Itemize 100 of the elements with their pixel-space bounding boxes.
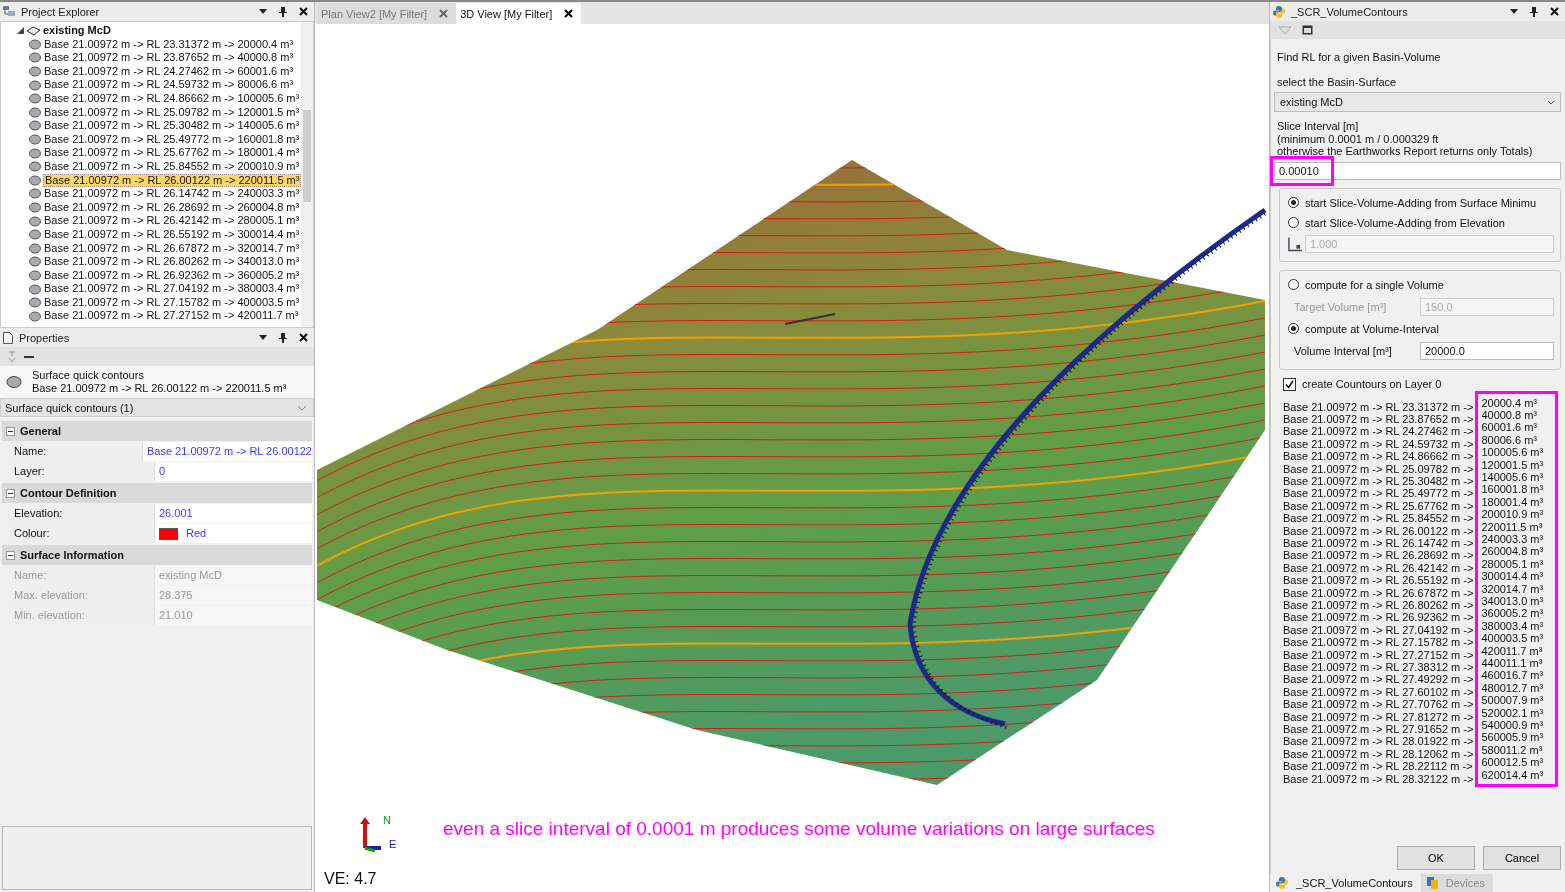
radio-label[interactable]: start Slice-Volume-Adding from Surface Minimu	[1305, 196, 1537, 209]
contour-icon	[29, 242, 41, 254]
dialog-button[interactable]: Cancel	[1483, 846, 1561, 870]
toggle-icon[interactable]	[6, 488, 15, 498]
caret-icon[interactable]	[259, 335, 267, 340]
result-volume: 60001.6 m³	[1481, 421, 1539, 434]
tree-item[interactable]: Base 21.00972 m -> RL 24.59732 m -> 80006.6 m³	[43, 78, 295, 92]
radio-button[interactable]	[1288, 197, 1299, 208]
radio-label[interactable]: start Slice-Volume-Adding from Elevation	[1305, 216, 1505, 229]
volume-field[interactable]: 20000.0	[1420, 341, 1554, 360]
tree-item[interactable]: Base 21.00972 m -> RL 27.15782 m -> 400003.5 m³	[43, 295, 301, 310]
result-volume: 580011.2 m³	[1481, 743, 1544, 757]
tree-item[interactable]: Base 21.00972 m -> RL 24.86662 m -> 100005.6 m³	[43, 91, 301, 106]
radio-label[interactable]: compute at Volume-Interval	[1305, 322, 1439, 335]
section-header[interactable]: Surface Information	[2, 545, 312, 565]
tree-item[interactable]: Base 21.00972 m -> RL 25.84552 m -> 200010.9 m³	[43, 159, 301, 174]
document-icon	[3, 331, 13, 344]
result-line: Base 21.00972 m -> RL 26.92362 m ->	[1283, 611, 1474, 624]
property-value[interactable]: 0	[155, 462, 312, 481]
contour-icon	[29, 256, 41, 268]
close-icon[interactable]	[564, 9, 574, 18]
tree-item[interactable]: Base 21.00972 m -> RL 26.80262 m -> 340013.0 m³	[43, 255, 301, 269]
result-line: Base 21.00972 m -> RL 26.67872 m ->	[1283, 586, 1474, 599]
tree-item[interactable]: Base 21.00972 m -> RL 26.55192 m -> 300014.4 m³	[43, 227, 301, 242]
object-selector[interactable]: Surface quick contours (1)	[0, 398, 314, 417]
result-line: Base 21.00972 m -> RL 25.09782 m ->	[1283, 462, 1474, 475]
result-line: Base 21.00972 m -> RL 27.70762 m ->	[1283, 698, 1474, 711]
pin-icon[interactable]	[279, 332, 287, 343]
tree-item[interactable]: Base 21.00972 m -> RL 26.00122 m -> 220011.5 m³	[43, 173, 302, 188]
expander-icon[interactable]	[17, 27, 24, 35]
caret-icon[interactable]	[259, 9, 267, 14]
surface-dropdown[interactable]: existing McD	[1274, 92, 1561, 112]
tree-item[interactable]: Base 21.00972 m -> RL 26.14742 m -> 240003.3 m³	[43, 187, 301, 201]
tree-item[interactable]: existing McD	[1, 24, 302, 38]
section-header[interactable]: General	[2, 421, 312, 441]
property-value[interactable]: 26.001	[155, 504, 312, 523]
result-line: Base 21.00972 m -> RL 24.59732 m ->	[1283, 437, 1474, 451]
result-line: Base 21.00972 m -> RL 26.14742 m ->	[1283, 536, 1474, 550]
contour-icon	[29, 161, 41, 173]
result-line: Base 21.00972 m -> RL 28.32122 m ->	[1283, 772, 1474, 786]
section-header[interactable]: Contour Definition	[2, 483, 312, 503]
radio-button[interactable]	[1288, 323, 1299, 334]
pin-icon[interactable]	[1530, 6, 1538, 17]
contour-icon	[29, 93, 41, 105]
dialog-button[interactable]: OK	[1397, 846, 1475, 870]
result-volume: 400003.5 m³	[1481, 632, 1544, 645]
colour-name: Red	[186, 526, 207, 541]
result-line: Base 21.00972 m -> RL 27.91652 m ->	[1283, 723, 1474, 736]
checkbox-label[interactable]: create Countours on Layer 0	[1302, 378, 1442, 390]
tree-item[interactable]: Base 21.00972 m -> RL 26.92362 m -> 360005.2 m³	[43, 268, 301, 283]
result-line: Base 21.00972 m -> RL 25.49772 m ->	[1283, 487, 1474, 500]
caret-icon[interactable]	[1510, 9, 1518, 14]
result-line: Base 21.00972 m -> RL 23.87652 m ->	[1283, 412, 1474, 426]
radio-button[interactable]	[1288, 217, 1299, 228]
result-line: Base 21.00972 m -> RL 27.38312 m ->	[1283, 661, 1474, 674]
python-icon	[1273, 5, 1285, 18]
result-volume: 180001.4 m³	[1481, 495, 1544, 509]
tree-item[interactable]: Base 21.00972 m -> RL 26.28692 m -> 260004.8 m³	[43, 200, 301, 215]
tree-item[interactable]: Base 21.00972 m -> RL 23.31372 m -> 20000.4 m³	[43, 37, 295, 52]
result-volume: 600012.5 m³	[1481, 756, 1544, 769]
result-volume: 160001.8 m³	[1481, 483, 1544, 496]
vertical-exaggeration-label: VE: 4.7	[324, 870, 377, 888]
tree-item[interactable]: Base 21.00972 m -> RL 25.49772 m -> 160001.8 m³	[43, 132, 301, 147]
tree-item[interactable]: Base 21.00972 m -> RL 24.27462 m -> 60001.6 m³	[43, 64, 295, 79]
view-tab[interactable]: 3D View [My Filter]	[456, 3, 582, 24]
result-volume: 360005.2 m³	[1481, 607, 1544, 620]
checkbox[interactable]	[1283, 377, 1296, 391]
result-line: Base 21.00972 m -> RL 26.00122 m ->	[1283, 524, 1474, 537]
toggle-icon[interactable]	[6, 550, 15, 560]
result-line: Base 21.00972 m -> RL 27.49292 m ->	[1283, 673, 1474, 686]
scrollbar-thumb[interactable]	[303, 110, 311, 202]
close-icon[interactable]	[299, 7, 308, 16]
result-line: Base 21.00972 m -> RL 24.27462 m ->	[1283, 425, 1474, 438]
close-icon[interactable]	[1550, 7, 1559, 16]
slice-interval-field[interactable]: 0.00010	[1274, 161, 1561, 180]
contour-icon	[29, 120, 41, 132]
property-value[interactable]: Base 21.00972 m -> RL 26.00122	[142, 442, 312, 461]
tree-item[interactable]: Base 21.00972 m -> RL 26.42142 m -> 280005.1 m³	[43, 214, 301, 228]
tree-item[interactable]: Base 21.00972 m -> RL 25.09782 m -> 120001.5 m³	[43, 105, 301, 120]
tree-item[interactable]: Base 21.00972 m -> RL 25.30482 m -> 140005.6 m³	[43, 119, 301, 133]
pin-icon[interactable]	[279, 6, 287, 17]
surface-icon	[26, 25, 41, 36]
close-icon[interactable]	[299, 333, 308, 342]
tree-item[interactable]: Base 21.00972 m -> RL 23.87652 m -> 40000.8 m³	[43, 51, 295, 65]
result-line: Base 21.00972 m -> RL 25.84552 m ->	[1283, 512, 1474, 525]
result-volume: 280005.1 m³	[1481, 557, 1544, 571]
collapse-icon[interactable]	[24, 355, 34, 358]
tree-item[interactable]: Base 21.00972 m -> RL 27.04192 m -> 380003.4 m³	[43, 282, 301, 296]
tree-item[interactable]: Base 21.00972 m -> RL 27.27152 m -> 420011.7 m³	[43, 309, 300, 324]
contour-icon	[29, 174, 41, 186]
scrollbar[interactable]	[301, 22, 313, 327]
contour-icon	[29, 52, 41, 64]
console-icon[interactable]	[1302, 25, 1313, 35]
tree-item[interactable]: Base 21.00972 m -> RL 25.67762 m -> 180001.4 m³	[43, 146, 301, 160]
result-line: Base 21.00972 m -> RL 26.42142 m ->	[1283, 561, 1474, 575]
tree-item[interactable]: Base 21.00972 m -> RL 26.67872 m -> 320014.7 m³	[43, 241, 301, 256]
result-volume: 100005.6 m³	[1481, 446, 1544, 459]
toggle-icon[interactable]	[6, 426, 15, 436]
result-volume: 620014.4 m³	[1481, 768, 1544, 782]
result-line: Base 21.00972 m -> RL 24.86662 m ->	[1283, 450, 1474, 463]
